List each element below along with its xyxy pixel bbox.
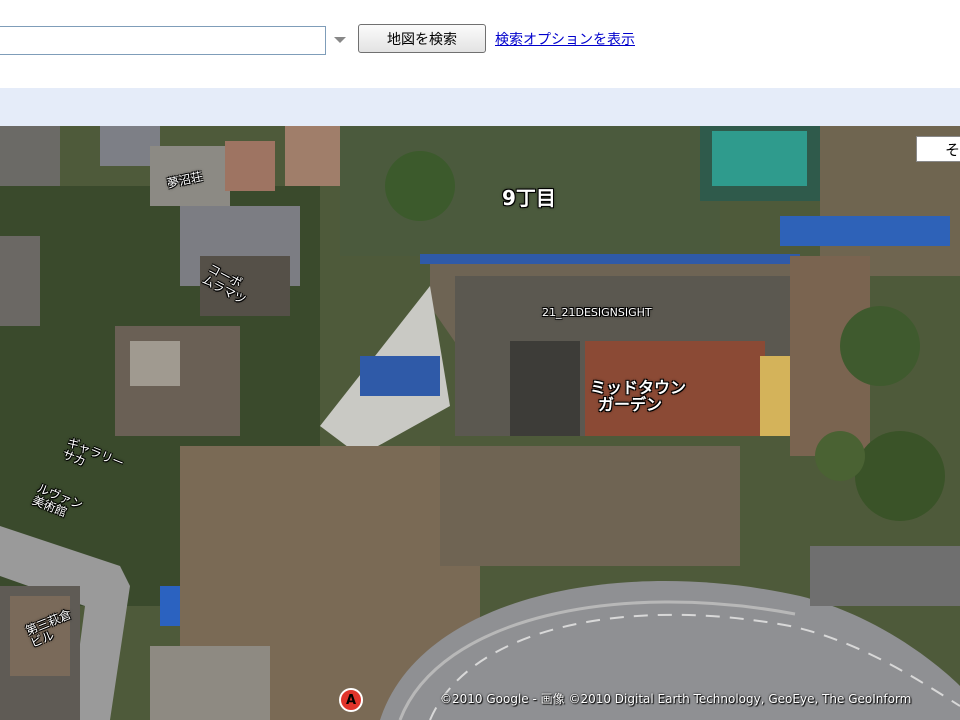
midtown-garden-line2: ガーデン — [598, 394, 663, 414]
satellite-map[interactable]: そ — [0, 126, 960, 720]
map-search-input[interactable] — [0, 26, 326, 55]
map-marker-a[interactable]: A — [339, 688, 363, 712]
midtown-garden-label: ミッドタウン ガーデン — [590, 379, 686, 414]
designsight-label: 21_21DESIGNSIGHT — [542, 306, 652, 319]
dropdown-arrow-icon[interactable] — [331, 33, 349, 47]
district-label: 9丁目 — [502, 186, 556, 210]
search-map-button[interactable]: 地図を検索 — [358, 24, 486, 53]
search-bar: 地図を検索 検索オプションを表示 — [0, 0, 960, 88]
show-search-options-link[interactable]: 検索オプションを表示 — [495, 29, 635, 49]
satellite-imagery — [0, 126, 960, 720]
results-header-bar — [0, 88, 960, 126]
map-corner-label[interactable]: そ — [916, 136, 960, 162]
map-copyright: ©2010 Google - 画像 ©2010 Digital Earth Te… — [440, 692, 912, 706]
